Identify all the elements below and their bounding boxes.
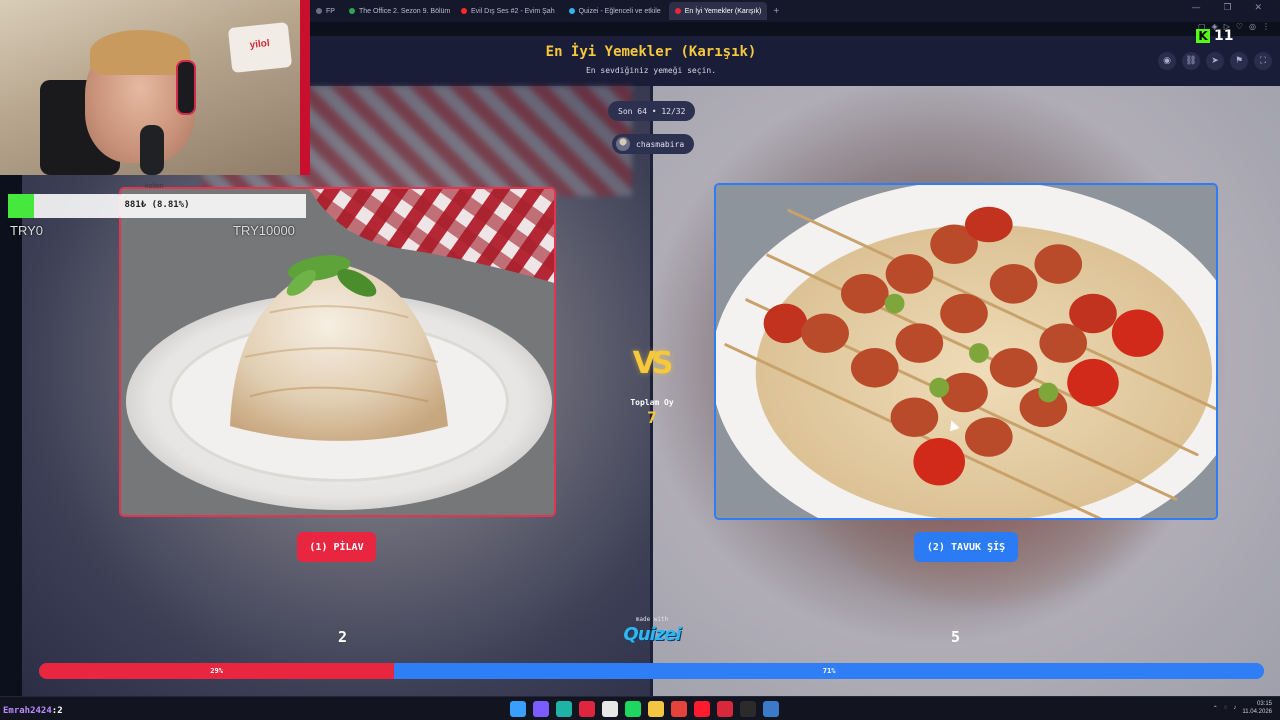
right-vote-count: 5 xyxy=(951,628,961,646)
option-card-left[interactable] xyxy=(119,187,556,517)
browser-tab[interactable]: FP xyxy=(310,2,341,20)
username: chasmabira xyxy=(636,139,685,149)
left-ratio-segment: 29% xyxy=(39,663,395,679)
streamer-hair xyxy=(90,30,190,75)
tab-label: En İyi Yemekler (Karışık) xyxy=(684,7,762,15)
donation-goal-bar: 881₺ (8.81%) xyxy=(8,194,306,218)
donation-progress-text: 881₺ (8.81%) xyxy=(124,200,190,210)
notes-icon[interactable] xyxy=(740,701,756,717)
vote-pilav-button[interactable]: (1) PİLAV xyxy=(297,532,376,562)
system-tray: ⌃ ◌ ♪ 03:15 11.04.2026 xyxy=(1213,700,1272,716)
clock-time: 03:15 xyxy=(1256,701,1272,707)
voting-stage: Son 64 • 12/32 chasmabira VS Toplam Oy 7… xyxy=(22,86,1280,696)
user-badge[interactable]: chasmabira xyxy=(612,134,695,154)
chat-message: Emrah2424:2 xyxy=(3,706,63,716)
calendar-icon[interactable] xyxy=(602,701,618,717)
center-divider xyxy=(650,86,653,696)
avatar xyxy=(616,137,630,151)
versus-badge: VS xyxy=(626,346,676,381)
settings-icon[interactable]: ⋮ xyxy=(1262,22,1270,36)
right-ratio-segment: 71% xyxy=(394,663,1264,679)
fullscreen-icon[interactable]: ⛶ xyxy=(1254,52,1272,70)
volume-icon[interactable]: ♪ xyxy=(1233,705,1236,711)
headset xyxy=(176,60,196,115)
edge-icon[interactable] xyxy=(556,701,572,717)
steam-icon[interactable] xyxy=(763,701,779,717)
option-card-right[interactable] xyxy=(714,183,1218,520)
tab-label: FP xyxy=(326,7,335,15)
webcam-overlay: yilol xyxy=(0,0,310,175)
browser-tab[interactable]: The Office 2. Sezon 9. Bölüm xyxy=(343,2,453,20)
windows-taskbar: ⌃ ◌ ♪ 03:15 11.04.2026 xyxy=(0,696,1280,720)
eye-icon[interactable]: ◉ xyxy=(1158,52,1176,70)
media-icon[interactable] xyxy=(717,701,733,717)
browser-tab[interactable]: Quizei - Eğlenceli ve etkile xyxy=(563,2,667,20)
heart-icon[interactable]: ♡ xyxy=(1236,22,1243,36)
opera-gx-icon[interactable] xyxy=(579,701,595,717)
made-with-label: made with xyxy=(635,616,669,623)
tab-label: Quizei - Eğlenceli ve etkile xyxy=(578,7,661,15)
folder-icon[interactable] xyxy=(648,701,664,717)
total-votes-label: Toplam Oy xyxy=(630,398,674,407)
browser-tab[interactable]: En İyi Yemekler (Karışık) xyxy=(668,2,768,20)
left-vote-count: 2 xyxy=(338,628,348,646)
chat-text: :2 xyxy=(51,706,63,716)
tab-favicon-icon xyxy=(674,8,681,14)
webcam-border xyxy=(300,0,310,175)
clock-date: 11.04.2026 xyxy=(1242,709,1272,715)
round-indicator: Son 64 • 12/32 xyxy=(608,101,696,121)
sign-logo-text: yilol xyxy=(249,38,271,52)
flag-icon[interactable]: ⚑ xyxy=(1230,52,1248,70)
donation-min-label: TRY0 xyxy=(10,223,43,238)
opera-icon[interactable] xyxy=(694,701,710,717)
window-controls[interactable]: — ❐ ✕ xyxy=(1192,3,1272,13)
wall-sign: yilol xyxy=(227,21,293,74)
windows-start-icon[interactable] xyxy=(510,701,526,717)
donation-goal-title: kolton xyxy=(145,183,164,190)
vote-tavuk-sis-button[interactable]: (2) TAVUK ŞİŞ xyxy=(914,532,1018,562)
donation-max-label: TRY10000 xyxy=(233,223,295,238)
rice-pilaf-image xyxy=(121,189,554,515)
link-icon[interactable]: ⛓ xyxy=(1182,52,1200,70)
quizei-logo[interactable]: Quizei xyxy=(612,624,692,645)
tab-label: The Office 2. Sezon 9. Bölüm xyxy=(358,7,451,15)
tab-favicon-icon xyxy=(316,8,322,14)
taskbar-apps xyxy=(510,701,779,717)
send-icon[interactable]: ➤ xyxy=(1206,52,1224,70)
clock[interactable]: 03:15 11.04.2026 xyxy=(1242,700,1272,716)
chicken-skewer-image xyxy=(716,185,1216,518)
header-tools: ◉ ⛓ ➤ ⚑ ⛶ xyxy=(1158,52,1272,70)
tab-favicon-icon xyxy=(460,8,467,14)
tab-label: Evil Dış Ses #2 - Evim Şah xyxy=(470,7,555,15)
vs-text: VS xyxy=(632,346,674,381)
tab-favicon-icon xyxy=(348,8,355,14)
total-votes-value: 7 xyxy=(647,408,657,427)
microphone xyxy=(140,125,164,175)
kick-viewer-badge: K 11 xyxy=(1196,28,1233,44)
camera-icon[interactable]: ◎ xyxy=(1249,22,1256,36)
chrome-icon[interactable] xyxy=(671,701,687,717)
new-tab-button[interactable]: + xyxy=(773,6,779,17)
browser-tab[interactable]: Evil Dış Ses #2 - Evim Şah xyxy=(455,2,561,20)
wifi-icon[interactable]: ◌ xyxy=(1224,705,1228,711)
spotify-icon[interactable] xyxy=(625,701,641,717)
chat-username: Emrah2424 xyxy=(3,706,52,716)
kick-logo-icon: K xyxy=(1196,29,1210,43)
viewer-count: 11 xyxy=(1214,28,1234,44)
vote-ratio-bar: 29% 71% xyxy=(39,663,1264,679)
tab-favicon-icon xyxy=(568,8,575,14)
chevron-up-icon[interactable]: ⌃ xyxy=(1213,705,1218,712)
copilot-icon[interactable] xyxy=(533,701,549,717)
